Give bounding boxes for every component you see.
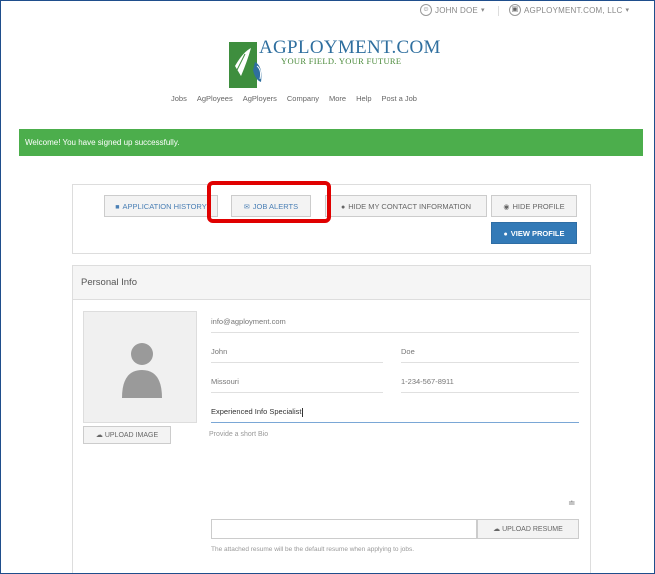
company-menu[interactable]: ▣ AGPLOYMENT.COM, LLC ▾ — [509, 4, 629, 16]
user-name: JOHN DOE — [435, 5, 478, 15]
user-icon: ☺ — [420, 4, 432, 16]
chevron-down-icon: ▾ — [625, 7, 630, 14]
divider — [498, 6, 499, 16]
success-alert: Welcome! You have signed up successfully… — [19, 129, 643, 156]
view-profile-button[interactable]: ● VIEW PROFILE — [491, 222, 577, 244]
resize-handle-icon[interactable]: ≐ — [568, 498, 576, 509]
cloud-upload-icon: ☁ — [95, 432, 103, 439]
chevron-down-icon: ▾ — [480, 7, 485, 14]
phone-field[interactable]: 1-234-567-8911 — [401, 374, 579, 393]
hide-contact-info-button[interactable]: ● HIDE MY CONTACT INFORMATION — [325, 195, 487, 217]
text-cursor — [302, 407, 304, 417]
job-alerts-highlight — [207, 181, 331, 223]
nav-item-jobs[interactable]: Jobs — [171, 94, 187, 103]
upload-image-label: UPLOAD IMAGE — [104, 432, 159, 439]
main-nav: Jobs AgPloyees AgPloyers Company More He… — [171, 94, 427, 103]
cloud-upload-icon: ☁ — [493, 526, 501, 533]
logo-tagline: YOUR FIELD. YOUR FUTURE — [281, 56, 402, 66]
view-profile-label: VIEW PROFILE — [510, 229, 565, 238]
nav-item-agployers[interactable]: AgPloyers — [243, 94, 277, 103]
profile-actions-panel: ■ APPLICATION HISTORY ✉ JOB ALERTS ● HIDE M… — [72, 184, 591, 254]
user-icon: ● — [340, 204, 346, 211]
upload-resume-label: UPLOAD RESUME — [502, 526, 563, 533]
resume-file-input[interactable] — [211, 519, 477, 539]
nav-item-more[interactable]: More — [329, 94, 346, 103]
last-name-field[interactable]: Doe — [401, 344, 579, 363]
headline-field[interactable]: Experienced Info Specialist — [211, 404, 579, 423]
nav-item-company[interactable]: Company — [287, 94, 319, 103]
hide-profile-label: HIDE PROFILE — [512, 202, 565, 211]
application-history-label: APPLICATION HISTORY — [122, 202, 207, 211]
upload-image-button[interactable]: ☁ UPLOAD IMAGE — [83, 426, 171, 444]
user-menu[interactable]: ☺ JOHN DOE ▾ — [420, 4, 485, 16]
avatar — [83, 311, 197, 423]
headline-value: Experienced Info Specialist — [211, 407, 302, 416]
company-name: AGPLOYMENT.COM, LLC — [524, 5, 623, 15]
resume-help-text: The attached resume will be the default … — [211, 546, 415, 553]
email-field[interactable]: info@agployment.com — [211, 314, 579, 333]
bio-textarea[interactable]: Provide a short Bio — [209, 431, 579, 438]
hide-contact-info-label: HIDE MY CONTACT INFORMATION — [348, 202, 471, 211]
eye-icon: ◉ — [503, 204, 510, 211]
person-placeholder-icon — [122, 343, 162, 398]
nav-item-agployees[interactable]: AgPloyees — [197, 94, 233, 103]
state-field[interactable]: Missouri — [211, 374, 383, 393]
hide-profile-button[interactable]: ◉ HIDE PROFILE — [491, 195, 577, 217]
nav-item-help[interactable]: Help — [356, 94, 371, 103]
personal-info-panel: Personal Info ☁ UPLOAD IMAGE info@agploy… — [72, 265, 591, 573]
upload-resume-button[interactable]: ☁ UPLOAD RESUME — [477, 519, 579, 539]
browser-frame: ☺ JOHN DOE ▾ ▣ AGPLOYMENT.COM, LLC ▾ AGP… — [0, 0, 655, 574]
section-title: Personal Info — [73, 266, 590, 300]
top-bar: ☺ JOHN DOE ▾ ▣ AGPLOYMENT.COM, LLC ▾ — [1, 1, 654, 23]
application-history-button[interactable]: ■ APPLICATION HISTORY — [104, 195, 218, 217]
building-icon: ▣ — [509, 4, 521, 16]
site-logo[interactable]: AGPLOYMENT.COM YOUR FIELD. YOUR FUTURE — [229, 34, 440, 92]
user-icon: ● — [503, 231, 508, 238]
nav-item-post-a-job[interactable]: Post a Job — [382, 94, 417, 103]
briefcase-icon: ■ — [115, 204, 120, 211]
first-name-field[interactable]: John — [211, 344, 383, 363]
